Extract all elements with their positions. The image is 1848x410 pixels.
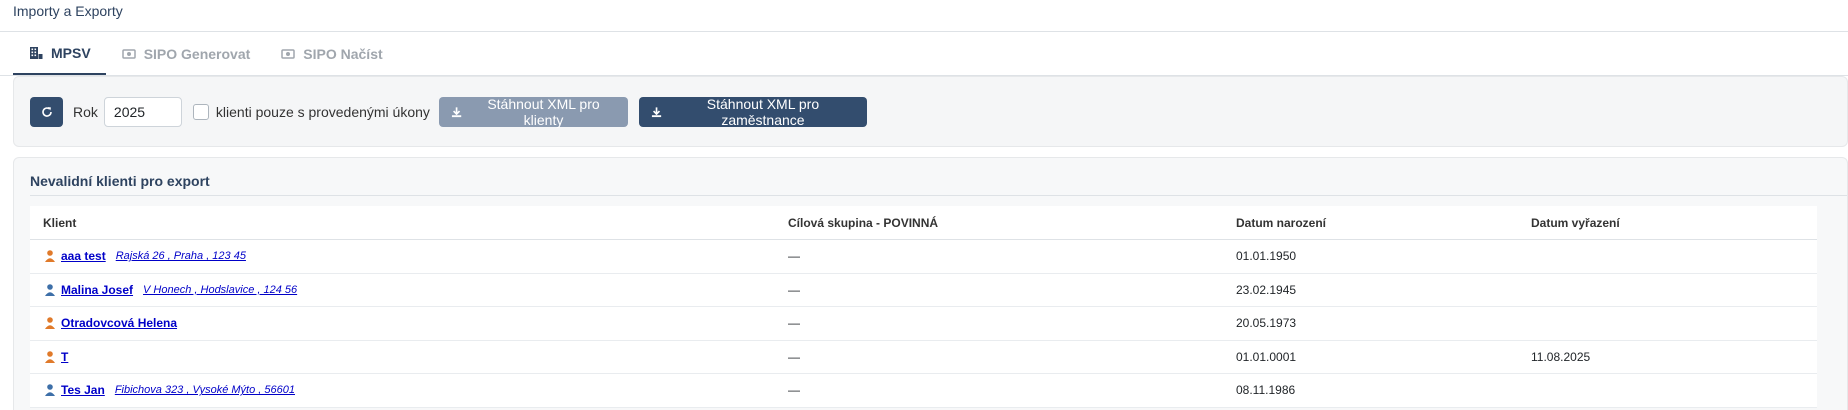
download-xml-staff-label: Stáhnout XML pro zaměstnance: [706, 95, 820, 128]
table-row: Malina Josef V Honech , Hodslavice , 124…: [30, 274, 1817, 307]
page-header: Importy a Exporty: [0, 0, 1848, 32]
client-address-link[interactable]: V Honech , Hodslavice , 124 56: [143, 284, 297, 296]
invalid-clients-table: Klient Cílová skupina - POVINNÁ Datum na…: [30, 206, 1817, 408]
birth-date-cell: 20.05.1973: [1236, 316, 1297, 331]
birth-date-cell: 08.11.1986: [1236, 383, 1296, 398]
birth-date-cell: 01.01.0001: [1236, 349, 1297, 364]
client-cell: Tes Jan Fibichova 323 , Vysoké Mýto , 56…: [30, 383, 788, 397]
clients-with-actions-filter[interactable]: klienti pouze s provedenými úkony: [192, 103, 430, 120]
tab-sipo-generovat-label: SIPO Generovat: [143, 45, 251, 62]
female-person-icon: [43, 316, 57, 330]
column-header-birth-date: Datum narození: [1236, 215, 1327, 230]
tab-sipo-nacist-label: SIPO Načíst: [303, 45, 383, 62]
client-name-link[interactable]: aaa test: [61, 249, 106, 263]
money-icon: [280, 46, 296, 62]
tab-sipo-generovat[interactable]: SIPO Generovat: [106, 32, 266, 75]
card-divider: [30, 195, 1847, 196]
invalid-clients-title: Nevalidní klienti pro export: [30, 173, 210, 189]
target-group-cell: —: [788, 249, 800, 264]
female-person-icon: [43, 350, 57, 364]
page-title: Importy a Exporty: [13, 3, 123, 19]
client-name-link[interactable]: Otradovcová Helena: [61, 316, 177, 330]
clients-with-actions-label: klienti pouze s provedenými úkony: [215, 103, 430, 120]
export-toolbar: Rok klienti pouze s provedenými úkony St…: [13, 76, 1848, 147]
download-xml-clients-button[interactable]: Stáhnout XML pro klienty: [438, 95, 628, 128]
client-name-link[interactable]: T: [61, 350, 68, 364]
client-cell: Malina Josef V Honech , Hodslavice , 124…: [30, 283, 788, 297]
table-header: Klient Cílová skupina - POVINNÁ Datum na…: [30, 206, 1817, 240]
client-cell: T: [30, 350, 788, 364]
birth-date-cell: 23.02.1945: [1236, 282, 1297, 297]
table-row: T — 01.01.0001 11.08.2025: [30, 341, 1817, 374]
tab-mpsv-label: MPSV: [51, 44, 91, 61]
client-address-link[interactable]: Fibichova 323 , Vysoké Mýto , 56601: [115, 384, 295, 396]
download-xml-clients-label: Stáhnout XML pro klienty: [487, 95, 600, 128]
year-input[interactable]: [103, 96, 182, 127]
download-icon: [451, 106, 462, 117]
download-xml-staff-button[interactable]: Stáhnout XML pro zaměstnance: [638, 95, 867, 128]
clients-with-actions-checkbox[interactable]: [192, 103, 209, 120]
column-header-target-group: Cílová skupina - POVINNÁ: [788, 215, 939, 230]
client-name-link[interactable]: Malina Josef: [61, 283, 133, 297]
client-name-link[interactable]: Tes Jan: [61, 383, 105, 397]
table-row: Tes Jan Fibichova 323 , Vysoké Mýto , 56…: [30, 374, 1817, 408]
download-icon: [651, 106, 662, 117]
client-address-link[interactable]: Rajská 26 , Praha , 123 45: [116, 250, 246, 262]
male-person-icon: [43, 283, 57, 297]
target-group-cell: —: [788, 383, 800, 398]
birth-date-cell: 01.01.1950: [1236, 249, 1297, 264]
tab-bar: MPSV SIPO Generovat SIPO Načíst: [0, 32, 1848, 76]
table-row: Otradovcová Helena — 20.05.1973: [30, 307, 1817, 341]
building-icon: [28, 45, 44, 61]
removal-date-cell: 11.08.2025: [1531, 349, 1591, 364]
tab-mpsv[interactable]: MPSV: [13, 32, 106, 75]
column-header-client: Klient: [43, 215, 77, 230]
female-person-icon: [43, 249, 57, 263]
invalid-clients-card: Nevalidní klienti pro export Klient Cílo…: [13, 157, 1848, 410]
client-cell: aaa test Rajská 26 , Praha , 123 45: [30, 249, 788, 263]
column-header-removal-date: Datum vyřazení: [1531, 215, 1620, 230]
target-group-cell: —: [788, 349, 800, 364]
target-group-cell: —: [788, 316, 800, 331]
male-person-icon: [43, 383, 57, 397]
target-group-cell: —: [788, 282, 800, 297]
year-label: Rok: [73, 103, 98, 120]
refresh-icon: [41, 106, 52, 117]
refresh-button[interactable]: [30, 96, 63, 127]
tab-sipo-nacist[interactable]: SIPO Načíst: [265, 32, 397, 75]
money-icon: [121, 46, 137, 62]
table-row: aaa test Rajská 26 , Praha , 123 45 — 01…: [30, 240, 1817, 274]
client-cell: Otradovcová Helena: [30, 316, 788, 330]
